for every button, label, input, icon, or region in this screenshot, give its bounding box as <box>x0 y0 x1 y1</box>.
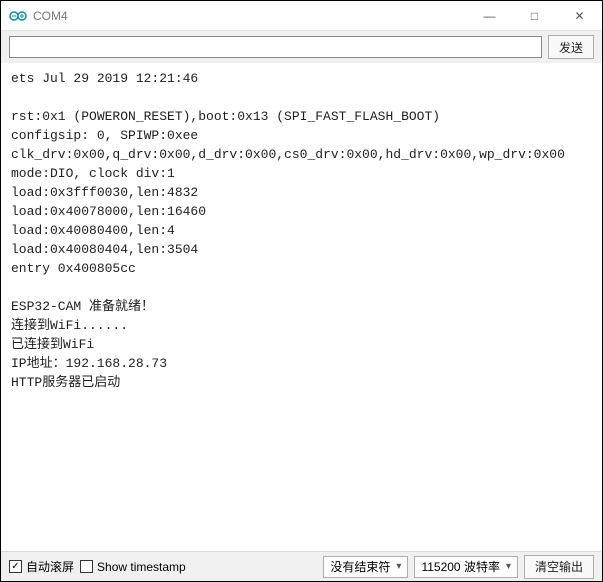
timestamp-label: Show timestamp <box>97 560 186 574</box>
window-title: COM4 <box>33 9 68 23</box>
serial-send-input[interactable] <box>9 36 542 58</box>
timestamp-checkbox[interactable]: Show timestamp <box>80 560 186 574</box>
serial-monitor-window: COM4 — □ ✕ 发送 ets Jul 29 2019 12:21:46 r… <box>0 0 603 582</box>
status-bar: ✓ 自动滚屏 Show timestamp 没有结束符 ▾ 115200 波特率… <box>1 551 602 581</box>
chevron-down-icon: ▾ <box>396 561 401 572</box>
serial-output[interactable]: ets Jul 29 2019 12:21:46 rst:0x1 (POWERO… <box>1 63 602 551</box>
close-icon: ✕ <box>574 9 584 23</box>
minimize-button[interactable]: — <box>467 1 512 30</box>
close-button[interactable]: ✕ <box>557 1 602 30</box>
maximize-icon: □ <box>531 9 538 23</box>
send-button[interactable]: 发送 <box>548 35 594 59</box>
check-icon: ✓ <box>9 560 22 573</box>
minimize-icon: — <box>484 9 496 23</box>
line-ending-value: 没有结束符 <box>330 558 390 575</box>
chevron-down-icon: ▾ <box>506 561 511 572</box>
maximize-button[interactable]: □ <box>512 1 557 30</box>
baud-rate-value: 115200 波特率 <box>421 558 500 575</box>
arduino-icon <box>9 10 27 22</box>
line-ending-select[interactable]: 没有结束符 ▾ <box>323 556 408 578</box>
checkbox-empty-icon <box>80 560 93 573</box>
clear-output-button[interactable]: 清空输出 <box>524 555 594 579</box>
send-toolbar: 发送 <box>1 31 602 63</box>
window-controls: — □ ✕ <box>467 1 602 30</box>
title-bar: COM4 — □ ✕ <box>1 1 602 31</box>
autoscroll-label: 自动滚屏 <box>26 558 74 575</box>
autoscroll-checkbox[interactable]: ✓ 自动滚屏 <box>9 558 74 575</box>
baud-rate-select[interactable]: 115200 波特率 ▾ <box>414 556 518 578</box>
